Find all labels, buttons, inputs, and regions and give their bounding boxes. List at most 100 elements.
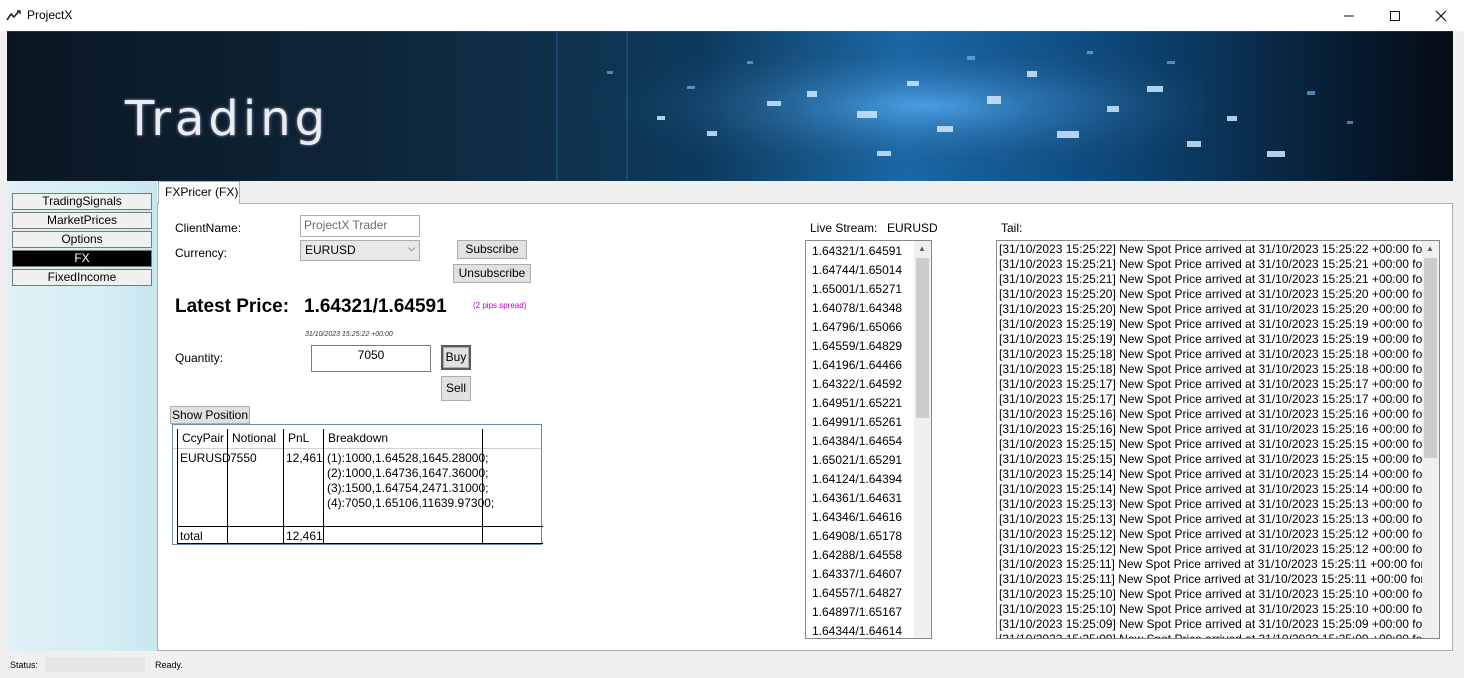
live-stream-item[interactable]: 1.64078/1.64348	[812, 301, 902, 315]
live-stream-item[interactable]: 1.64288/1.64558	[812, 548, 902, 562]
live-stream-item[interactable]: 1.64796/1.65066	[812, 320, 902, 334]
quantity-label: Quantity:	[175, 351, 224, 365]
show-position-button[interactable]: Show Position	[170, 406, 250, 424]
tail-log-line: [31/10/2023 15:25:09] New Spot Price arr…	[999, 632, 1440, 639]
tail-log-line: [31/10/2023 15:25:22] New Spot Price arr…	[999, 242, 1440, 256]
status-label: Status:	[10, 660, 39, 670]
tail-log-line: [31/10/2023 15:25:10] New Spot Price arr…	[999, 602, 1440, 616]
tail-log-line: [31/10/2023 15:25:20] New Spot Price arr…	[999, 287, 1440, 301]
tail-log-line: [31/10/2023 15:25:10] New Spot Price arr…	[999, 587, 1440, 601]
live-stream-item[interactable]: 1.64991/1.65261	[812, 415, 902, 429]
sell-button[interactable]: Sell	[441, 376, 471, 401]
nav-options-button[interactable]: Options	[12, 231, 152, 248]
tail-log-line: [31/10/2023 15:25:12] New Spot Price arr…	[999, 542, 1440, 556]
scroll-up-icon[interactable]: ▲	[918, 244, 926, 253]
maximize-button[interactable]	[1372, 0, 1418, 31]
tail-log-line: [31/10/2023 15:25:15] New Spot Price arr…	[999, 437, 1440, 451]
live-stream-item[interactable]: 1.64744/1.65014	[812, 263, 902, 277]
live-stream-list[interactable]: 1.64321/1.64591 1.64744/1.65014 1.65001/1.…	[805, 240, 932, 639]
left-nav: TradingSignals MarketPrices Options FX F…	[7, 181, 157, 651]
header-breakdown: Breakdown	[328, 431, 389, 445]
row-ccypair: EURUSD	[180, 451, 231, 465]
window-title: ProjectX	[27, 8, 73, 22]
quantity-field[interactable]: 7050	[311, 345, 431, 372]
tail-log-line: [31/10/2023 15:25:19] New Spot Price arr…	[999, 332, 1440, 346]
nav-fx-button[interactable]: FX	[12, 250, 152, 267]
minimize-button[interactable]	[1326, 0, 1372, 31]
tail-log-line: [31/10/2023 15:25:13] New Spot Price arr…	[999, 497, 1440, 511]
banner-title: Trading	[125, 91, 330, 147]
scroll-up-icon[interactable]: ▲	[1426, 244, 1434, 253]
tail-log-line: [31/10/2023 15:25:21] New Spot Price arr…	[999, 257, 1440, 271]
live-stream-item[interactable]: 1.64559/1.64829	[812, 339, 902, 353]
live-stream-item[interactable]: 1.64951/1.65221	[812, 396, 902, 410]
price-timestamp: 31/10/2023 15:25:22 +00:00	[305, 331, 393, 338]
tab-fxpricer[interactable]: FXPricer (FX)	[158, 181, 240, 204]
close-button[interactable]	[1418, 0, 1464, 31]
client-name-field[interactable]: ProjectX Trader	[300, 215, 420, 237]
tail-log-line: [31/10/2023 15:25:14] New Spot Price arr…	[999, 482, 1440, 496]
currency-label: Currency:	[175, 246, 228, 260]
tail-log-line: [31/10/2023 15:25:16] New Spot Price arr…	[999, 422, 1440, 436]
row-breakdown-4: (4):7050,1.65106,11639.97300;	[327, 496, 495, 510]
row-breakdown-2: (2):1000,1.64736,1647.36000;	[327, 466, 489, 480]
tail-log-line: [31/10/2023 15:25:20] New Spot Price arr…	[999, 302, 1440, 316]
tail-log-line: [31/10/2023 15:25:18] New Spot Price arr…	[999, 362, 1440, 376]
live-stream-item[interactable]: 1.64346/1.64616	[812, 510, 902, 524]
tail-log-line: [31/10/2023 15:25:12] New Spot Price arr…	[999, 527, 1440, 541]
row-pnl: 12,461	[286, 451, 323, 465]
tail-label: Tail:	[1001, 221, 1023, 235]
live-stream-item[interactable]: 1.64384/1.64654	[812, 434, 902, 448]
tail-log-line: [31/10/2023 15:25:19] New Spot Price arr…	[999, 317, 1440, 331]
live-stream-scrollbar[interactable]: ▲	[914, 241, 931, 638]
live-stream-scroll-thumb[interactable]	[916, 258, 929, 418]
status-text: Ready.	[155, 660, 183, 670]
currency-select-value: EURUSD	[305, 243, 356, 257]
live-stream-item[interactable]: 1.64557/1.64827	[812, 586, 902, 600]
tail-log-line: [31/10/2023 15:25:15] New Spot Price arr…	[999, 452, 1440, 466]
tail-log-line: [31/10/2023 15:25:18] New Spot Price arr…	[999, 347, 1440, 361]
nav-tradingsignals-button[interactable]: TradingSignals	[12, 193, 152, 210]
live-stream-item[interactable]: 1.64344/1.64614	[812, 624, 902, 638]
row-notional: 7550	[230, 451, 257, 465]
currency-select[interactable]: EURUSD ⌵	[300, 240, 420, 261]
subscribe-button[interactable]: Subscribe	[457, 240, 527, 259]
live-stream-item[interactable]: 1.64321/1.64591	[812, 244, 902, 258]
live-stream-item[interactable]: 1.64322/1.64592	[812, 377, 902, 391]
live-stream-item[interactable]: 1.65021/1.65291	[812, 453, 902, 467]
minimize-icon	[1344, 15, 1354, 16]
position-grid: CcyPair Notional PnL Breakdown EURUSD 75…	[172, 424, 543, 545]
live-stream-item[interactable]: 1.64361/1.64631	[812, 491, 902, 505]
tail-log-line: [31/10/2023 15:25:17] New Spot Price arr…	[999, 377, 1440, 391]
nav-fixedincome-button[interactable]: FixedIncome	[12, 269, 152, 286]
tail-log-line: [31/10/2023 15:25:11] New Spot Price arr…	[999, 572, 1440, 586]
client-name-label: ClientName:	[175, 221, 242, 235]
live-stream-item[interactable]: 1.65001/1.65271	[812, 282, 902, 296]
live-stream-item[interactable]: 1.64337/1.64607	[812, 567, 902, 581]
title-bar: ProjectX	[0, 0, 1464, 31]
app-window: ProjectX Trading TradingSignals MarketPr…	[0, 0, 1464, 678]
status-bar	[0, 654, 1464, 678]
live-stream-item[interactable]: 1.64196/1.64466	[812, 358, 902, 372]
spread-text: (2 pips spread)	[473, 301, 527, 310]
nav-marketprices-button[interactable]: MarketPrices	[12, 212, 152, 229]
latest-price-label: Latest Price:	[175, 296, 290, 317]
tail-log[interactable]: [31/10/2023 15:25:22] New Spot Price arr…	[996, 240, 1440, 639]
tail-log-line: [31/10/2023 15:25:17] New Spot Price arr…	[999, 392, 1440, 406]
tail-scroll-thumb[interactable]	[1424, 258, 1437, 458]
buy-button[interactable]: Buy	[441, 345, 471, 370]
tail-log-line: [31/10/2023 15:25:21] New Spot Price arr…	[999, 272, 1440, 286]
chevron-down-icon: ⌵	[408, 243, 415, 253]
maximize-icon	[1390, 10, 1400, 21]
tail-scrollbar[interactable]: ▲	[1422, 241, 1439, 638]
chart-line-icon	[6, 10, 21, 21]
live-stream-item[interactable]: 1.64897/1.65167	[812, 605, 902, 619]
live-stream-pair: EURUSD	[887, 221, 938, 235]
live-stream-label: Live Stream:	[810, 221, 878, 235]
unsubscribe-button[interactable]: Unsubscribe	[453, 264, 531, 283]
live-stream-item[interactable]: 1.64908/1.65178	[812, 529, 902, 543]
tail-log-line: [31/10/2023 15:25:14] New Spot Price arr…	[999, 467, 1440, 481]
header-ccypair: CcyPair	[182, 431, 225, 445]
live-stream-item[interactable]: 1.64124/1.64394	[812, 472, 902, 486]
row-breakdown-1: (1):1000,1.64528,1645.28000;	[327, 451, 489, 465]
